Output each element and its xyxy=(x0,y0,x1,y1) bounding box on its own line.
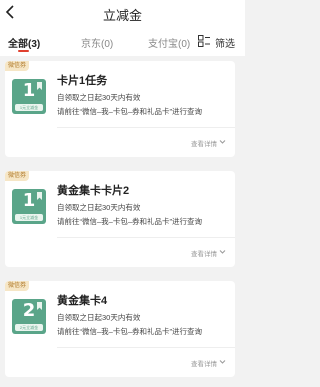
coupon-name: 卡片1任务 xyxy=(57,75,108,87)
coupon-validity: 自领取之日起30天内有效 xyxy=(57,313,141,322)
view-details-link[interactable]: 查看详情 xyxy=(191,358,217,368)
chevron-down-icon[interactable] xyxy=(219,359,226,365)
wechat-coupon-badge: 微信券 xyxy=(5,171,30,181)
divider xyxy=(57,237,235,238)
coupon-thumb-label: 1元立减金 xyxy=(15,214,43,221)
view-details-link[interactable]: 查看详情 xyxy=(191,138,217,148)
coupon-thumbnail: 1 1元立减金 xyxy=(12,189,46,224)
coupon-thumbnail: 1 1元立减金 xyxy=(12,79,46,114)
coupon-validity: 自领取之日起30天内有效 xyxy=(57,93,141,102)
coupon-note: 请前往“微信–我–卡包–券和礼品卡”进行查询 xyxy=(57,107,203,116)
coupon-thumb-label: 2元立减金 xyxy=(15,324,43,331)
divider xyxy=(57,347,235,348)
divider xyxy=(57,127,235,128)
coupon-name: 黄金集卡4 xyxy=(57,295,108,307)
coupon-card[interactable]: 微信券 1 1元立减金 卡片1任务 自领取之日起30天内有效 请前往“微信–我–… xyxy=(5,61,235,157)
top-bar: 立减金 xyxy=(0,0,245,26)
view-details-link[interactable]: 查看详情 xyxy=(191,248,217,258)
tab-jd[interactable]: 京东(0) xyxy=(81,35,113,50)
wechat-coupon-badge: 微信券 xyxy=(5,281,30,291)
wechat-coupon-badge: 微信券 xyxy=(5,61,30,71)
coupon-card[interactable]: 微信券 1 1元立减金 黄金集卡卡片2 自领取之日起30天内有效 请前往“微信–… xyxy=(5,171,235,267)
coupon-note: 请前往“微信–我–卡包–券和礼品卡”进行查询 xyxy=(57,327,203,336)
chevron-down-icon[interactable] xyxy=(219,139,226,145)
tab-all[interactable]: 全部(3) xyxy=(8,35,40,50)
coupon-note: 请前往“微信–我–卡包–券和礼品卡”进行查询 xyxy=(57,217,203,226)
page-title: 立减金 xyxy=(102,8,142,23)
coupon-thumbnail: 2 2元立减金 xyxy=(12,299,46,334)
coupon-validity: 自领取之日起30天内有效 xyxy=(57,203,141,212)
grid-icon[interactable] xyxy=(198,35,210,47)
coupon-thumb-label: 1元立减金 xyxy=(15,104,43,111)
coupon-card[interactable]: 微信券 2 2元立减金 黄金集卡4 自领取之日起30天内有效 请前往“微信–我–… xyxy=(5,281,235,377)
filter-button[interactable]: 筛选 xyxy=(215,35,235,50)
tab-alipay[interactable]: 支付宝(0) xyxy=(148,35,190,50)
coupon-name: 黄金集卡卡片2 xyxy=(57,185,130,197)
active-tab-indicator xyxy=(18,50,29,52)
chevron-down-icon[interactable] xyxy=(219,249,226,255)
